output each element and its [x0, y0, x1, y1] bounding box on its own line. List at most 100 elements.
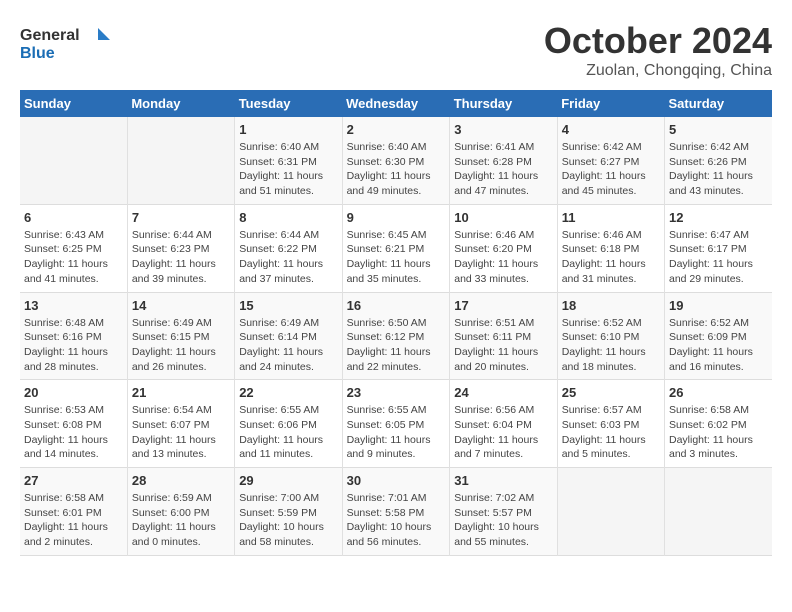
day-info: Sunrise: 6:50 AMSunset: 6:12 PMDaylight:… — [347, 316, 446, 375]
calendar-table: SundayMondayTuesdayWednesdayThursdayFrid… — [20, 90, 772, 556]
day-header-sunday: Sunday — [20, 90, 127, 117]
day-number: 18 — [562, 298, 660, 313]
day-cell: 22Sunrise: 6:55 AMSunset: 6:06 PMDayligh… — [235, 380, 342, 468]
day-number: 3 — [454, 122, 552, 137]
day-info: Sunrise: 6:52 AMSunset: 6:09 PMDaylight:… — [669, 316, 768, 375]
day-info: Sunrise: 6:47 AMSunset: 6:17 PMDaylight:… — [669, 228, 768, 287]
day-cell: 8 Sunrise: 6:44 AMSunset: 6:22 PMDaylight… — [235, 204, 342, 292]
day-number: 14 — [132, 298, 230, 313]
day-number: 5 — [669, 122, 768, 137]
logo-svg: General Blue — [20, 20, 110, 65]
location: Zuolan, Chongqing, China — [544, 62, 772, 80]
day-cell: 13 Sunrise: 6:48 AMSunset: 6:16 PMDayligh… — [20, 292, 127, 380]
day-info: Sunrise: 6:42 AMSunset: 6:27 PMDaylight:… — [562, 140, 660, 199]
day-info: Sunrise: 6:48 AMSunset: 6:16 PMDaylight:… — [24, 316, 123, 375]
day-number: 2 — [347, 122, 446, 137]
day-cell: 6 Sunrise: 6:43 AMSunset: 6:25 PMDaylight… — [20, 204, 127, 292]
day-info: Sunrise: 6:42 AMSunset: 6:26 PMDaylight:… — [669, 140, 768, 199]
week-row-3: 13 Sunrise: 6:48 AMSunset: 6:16 PMDayligh… — [20, 292, 772, 380]
day-cell: 23 Sunrise: 6:55 AMSunset: 6:05 PMDayligh… — [342, 380, 450, 468]
day-cell: 15Sunrise: 6:49 AMSunset: 6:14 PMDayligh… — [235, 292, 342, 380]
day-cell: 27Sunrise: 6:58 AMSunset: 6:01 PMDayligh… — [20, 468, 127, 556]
day-number: 9 — [347, 210, 446, 225]
month-title: October 2024 — [544, 20, 772, 62]
day-info: Sunrise: 6:49 AMSunset: 6:14 PMDaylight:… — [239, 316, 337, 375]
day-cell: 1Sunrise: 6:40 AMSunset: 6:31 PMDaylight… — [235, 117, 342, 204]
day-info: Sunrise: 6:57 AMSunset: 6:03 PMDaylight:… — [562, 403, 660, 462]
day-header-monday: Monday — [127, 90, 234, 117]
day-info: Sunrise: 6:52 AMSunset: 6:10 PMDaylight:… — [562, 316, 660, 375]
day-info: Sunrise: 6:45 AMSunset: 6:21 PMDaylight:… — [347, 228, 446, 287]
day-info: Sunrise: 6:40 AMSunset: 6:30 PMDaylight:… — [347, 140, 446, 199]
day-info: Sunrise: 6:51 AMSunset: 6:11 PMDaylight:… — [454, 316, 552, 375]
svg-text:General: General — [20, 27, 80, 44]
day-info: Sunrise: 6:40 AMSunset: 6:31 PMDaylight:… — [239, 140, 337, 199]
day-cell: 7 Sunrise: 6:44 AMSunset: 6:23 PMDaylight… — [127, 204, 234, 292]
day-cell: 20Sunrise: 6:53 AMSunset: 6:08 PMDayligh… — [20, 380, 127, 468]
day-cell: 28Sunrise: 6:59 AMSunset: 6:00 PMDayligh… — [127, 468, 234, 556]
day-cell: 4 Sunrise: 6:42 AMSunset: 6:27 PMDaylight… — [557, 117, 664, 204]
day-cell: 26Sunrise: 6:58 AMSunset: 6:02 PMDayligh… — [665, 380, 773, 468]
day-number: 24 — [454, 385, 552, 400]
day-header-thursday: Thursday — [450, 90, 557, 117]
day-cell: 14 Sunrise: 6:49 AMSunset: 6:15 PMDayligh… — [127, 292, 234, 380]
day-cell: 16 Sunrise: 6:50 AMSunset: 6:12 PMDayligh… — [342, 292, 450, 380]
day-info: Sunrise: 6:43 AMSunset: 6:25 PMDaylight:… — [24, 228, 123, 287]
day-number: 6 — [24, 210, 123, 225]
day-cell: 29Sunrise: 7:00 AMSunset: 5:59 PMDayligh… — [235, 468, 342, 556]
day-cell: 17 Sunrise: 6:51 AMSunset: 6:11 PMDayligh… — [450, 292, 557, 380]
day-cell: 18 Sunrise: 6:52 AMSunset: 6:10 PMDayligh… — [557, 292, 664, 380]
week-row-5: 27Sunrise: 6:58 AMSunset: 6:01 PMDayligh… — [20, 468, 772, 556]
day-info: Sunrise: 6:56 AMSunset: 6:04 PMDaylight:… — [454, 403, 552, 462]
day-number: 16 — [347, 298, 446, 313]
day-cell: 31 Sunrise: 7:02 AMSunset: 5:57 PMDayligh… — [450, 468, 557, 556]
day-cell: 2 Sunrise: 6:40 AMSunset: 6:30 PMDaylight… — [342, 117, 450, 204]
day-info: Sunrise: 6:59 AMSunset: 6:00 PMDaylight:… — [132, 491, 230, 550]
day-cell: 5 Sunrise: 6:42 AMSunset: 6:26 PMDaylight… — [665, 117, 773, 204]
day-cell — [665, 468, 773, 556]
day-number: 30 — [347, 473, 446, 488]
day-number: 26 — [669, 385, 768, 400]
day-info: Sunrise: 6:55 AMSunset: 6:05 PMDaylight:… — [347, 403, 446, 462]
day-number: 21 — [132, 385, 230, 400]
day-cell — [20, 117, 127, 204]
day-cell: 9 Sunrise: 6:45 AMSunset: 6:21 PMDaylight… — [342, 204, 450, 292]
day-info: Sunrise: 6:46 AMSunset: 6:20 PMDaylight:… — [454, 228, 552, 287]
day-info: Sunrise: 6:49 AMSunset: 6:15 PMDaylight:… — [132, 316, 230, 375]
day-number: 19 — [669, 298, 768, 313]
day-number: 31 — [454, 473, 552, 488]
day-cell: 25 Sunrise: 6:57 AMSunset: 6:03 PMDayligh… — [557, 380, 664, 468]
header: General Blue October 2024 Zuolan, Chongq… — [20, 20, 772, 80]
day-header-wednesday: Wednesday — [342, 90, 450, 117]
day-header-tuesday: Tuesday — [235, 90, 342, 117]
day-cell: 12 Sunrise: 6:47 AMSunset: 6:17 PMDayligh… — [665, 204, 773, 292]
day-number: 8 — [239, 210, 337, 225]
day-cell — [557, 468, 664, 556]
day-number: 17 — [454, 298, 552, 313]
day-number: 4 — [562, 122, 660, 137]
day-info: Sunrise: 6:54 AMSunset: 6:07 PMDaylight:… — [132, 403, 230, 462]
day-cell — [127, 117, 234, 204]
day-info: Sunrise: 6:53 AMSunset: 6:08 PMDaylight:… — [24, 403, 123, 462]
day-number: 7 — [132, 210, 230, 225]
day-cell: 3Sunrise: 6:41 AMSunset: 6:28 PMDaylight… — [450, 117, 557, 204]
logo: General Blue — [20, 20, 110, 65]
day-info: Sunrise: 6:44 AMSunset: 6:22 PMDaylight:… — [239, 228, 337, 287]
header-row: SundayMondayTuesdayWednesdayThursdayFrid… — [20, 90, 772, 117]
day-cell: 19 Sunrise: 6:52 AMSunset: 6:09 PMDayligh… — [665, 292, 773, 380]
week-row-2: 6 Sunrise: 6:43 AMSunset: 6:25 PMDaylight… — [20, 204, 772, 292]
day-info: Sunrise: 7:02 AMSunset: 5:57 PMDaylight:… — [454, 491, 552, 550]
day-header-friday: Friday — [557, 90, 664, 117]
day-number: 23 — [347, 385, 446, 400]
day-info: Sunrise: 7:01 AMSunset: 5:58 PMDaylight:… — [347, 491, 446, 550]
day-number: 29 — [239, 473, 337, 488]
day-info: Sunrise: 6:58 AMSunset: 6:01 PMDaylight:… — [24, 491, 123, 550]
day-cell: 30 Sunrise: 7:01 AMSunset: 5:58 PMDayligh… — [342, 468, 450, 556]
day-number: 13 — [24, 298, 123, 313]
title-area: October 2024 Zuolan, Chongqing, China — [544, 20, 772, 80]
day-number: 25 — [562, 385, 660, 400]
day-number: 12 — [669, 210, 768, 225]
day-number: 11 — [562, 210, 660, 225]
day-cell: 24 Sunrise: 6:56 AMSunset: 6:04 PMDayligh… — [450, 380, 557, 468]
day-info: Sunrise: 6:44 AMSunset: 6:23 PMDaylight:… — [132, 228, 230, 287]
